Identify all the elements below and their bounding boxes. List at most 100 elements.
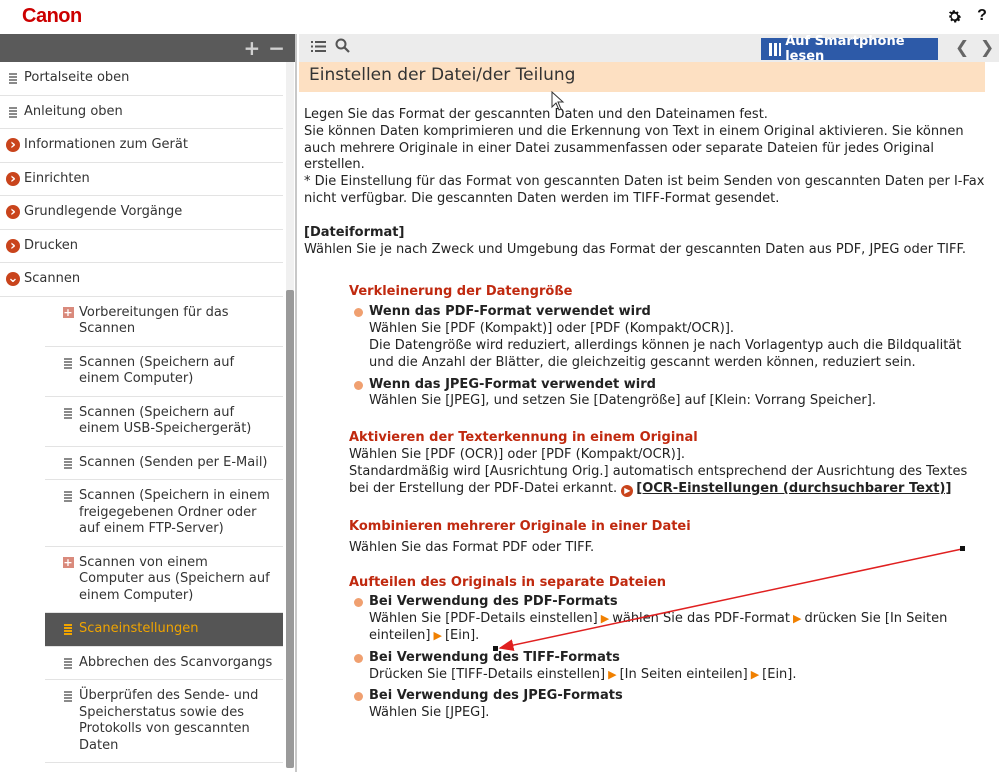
content-area: Einstellen der Datei/der Teilung Legen S…	[299, 62, 999, 768]
combine-text: Wählen Sie das Format PDF oder TIFF.	[349, 539, 595, 555]
sidebar-item-label: Scaneinstellungen	[79, 621, 199, 636]
sidebar-item-label: Anleitung oben	[24, 103, 123, 119]
bullet-split-pdf: Bei Verwendung des PDF-Formats Wählen Si…	[354, 594, 989, 645]
gear-icon[interactable]	[945, 7, 963, 25]
step-arrow-icon: ▶	[608, 667, 617, 681]
expand-all-icon[interactable]: +	[243, 38, 260, 58]
content-toolbar: Auf Smartphone lesen ❮ ❯	[299, 34, 999, 64]
sidebar-item[interactable]: + Scannen von einem Computer aus (Speiche…	[45, 547, 283, 613]
bullet-title: Wenn das JPEG-Format verwendet wird	[369, 376, 656, 392]
bullet-text: Die Datengröße wird reduziert, allerding…	[369, 337, 962, 370]
sidebar-item-label: Scannen (Speichern in einem freigegebene…	[79, 488, 270, 536]
expand-icon: +	[62, 556, 74, 569]
chevron-left-icon[interactable]: ❮	[955, 38, 969, 58]
read-on-smartphone-button[interactable]: Auf Smartphone lesen	[761, 34, 938, 64]
sidebar-item-label: Informationen zum Gerät	[24, 137, 188, 152]
sidebar-item-label: Scannen (Speichern auf einem USB-Speiche…	[79, 404, 252, 437]
expand-icon: +	[62, 306, 74, 319]
step-arrow-icon: ▶	[433, 628, 442, 642]
chevron-down-icon: ⌄	[6, 271, 20, 286]
bullet-title: Wenn das PDF-Format verwendet wird	[369, 304, 651, 320]
search-icon[interactable]	[335, 38, 350, 57]
sidebar: + − Portalseite oben Anleitung oben › Infor…	[0, 34, 297, 772]
sidebar-item-label: Portalseite oben	[24, 70, 130, 85]
chevron-right-icon: ›	[6, 138, 20, 152]
bullet-dot-icon	[354, 598, 363, 608]
sidebar-scroll-thumb[interactable]	[286, 290, 294, 768]
sidebar-item[interactable]: Scannen (Speichern auf einem Computer)	[45, 347, 283, 397]
bullet-dot-icon	[354, 380, 363, 390]
step-text: [In Seiten einteilen]	[619, 666, 748, 682]
bullet-steps: Wählen Sie [PDF-Details einstellen] ▶ wähl…	[369, 611, 989, 645]
bullet-jpeg-compact: Wenn das JPEG-Format verwendet wird Wähl…	[354, 376, 989, 411]
mouse-cursor-icon	[551, 90, 565, 116]
sidebar-item[interactable]: Scannen (Senden per E-Mail)	[45, 447, 283, 480]
sidebar-item[interactable]: › Drucken	[0, 230, 283, 263]
chevron-right-icon[interactable]: ❯	[980, 38, 994, 58]
sidebar-item-label: Überprüfen des Sende- und Speicherstatus…	[79, 688, 259, 753]
bullet-text: Wählen Sie [JPEG].	[369, 705, 490, 721]
sidebar-item[interactable]: Portalseite oben	[0, 62, 283, 96]
canon-logo[interactable]: Canon	[22, 5, 82, 28]
bullet-dot-icon	[354, 692, 363, 702]
link-arrow-icon: ▶	[621, 484, 634, 497]
bullet-steps: Drücken Sie [TIFF-Details einstellen] ▶ [I…	[369, 667, 989, 684]
collapse-all-icon[interactable]: −	[268, 38, 285, 58]
sidebar-header: + −	[0, 34, 295, 62]
sidebar-scrollbar[interactable]	[286, 62, 294, 768]
section-label: [Dateiformat]	[304, 224, 405, 240]
chevron-right-icon: ›	[6, 171, 20, 186]
smartphone-button-label: Auf Smartphone lesen	[785, 34, 905, 64]
sidebar-item[interactable]: Scannen (Speichern in einem freigegebene…	[45, 480, 283, 547]
ocr-settings-link[interactable]: [OCR-Einstellungen (durchsuchbarer Text)…	[636, 481, 951, 496]
sidebar-item[interactable]: Anleitung oben	[0, 96, 283, 129]
sidebar-item[interactable]: Abbrechen des Scanvorgangs	[45, 647, 283, 680]
heading-reduce-size: Verkleinerung der Datengröße	[349, 284, 573, 300]
document-icon	[61, 489, 75, 503]
step-text: [Ein].	[762, 666, 797, 682]
sidebar-item[interactable]: Scaneinstellungen	[45, 613, 283, 647]
list-icon[interactable]	[311, 39, 326, 57]
heading-combine: Kombinieren mehrerer Originale in einer …	[349, 518, 691, 534]
ocr-text-1: Wählen Sie [PDF (OCR)] oder [PDF (Kompak…	[349, 447, 686, 463]
document-icon	[61, 622, 75, 636]
bullet-title: Bei Verwendung des PDF-Formats	[369, 594, 618, 610]
ocr-text-2: Standardmäßig wird [Ausrichtung Orig.] a…	[349, 464, 989, 498]
sidebar-list: Portalseite oben Anleitung oben › Informati…	[0, 62, 283, 763]
page-title: Einstellen der Datei/der Teilung	[299, 62, 985, 92]
sidebar-item[interactable]: Überprüfen des Sende- und Speicherstatus…	[45, 680, 283, 763]
sidebar-item-label: Scannen von einem Computer aus (Speicher…	[79, 554, 270, 603]
bullet-text: Wählen Sie [JPEG], und setzen Sie [Daten…	[369, 393, 876, 409]
sidebar-item[interactable]: Scannen (Speichern auf einem USB-Speiche…	[45, 397, 283, 447]
sidebar-item[interactable]: ⌄ Scannen	[0, 263, 283, 297]
step-arrow-icon: ▶	[750, 667, 760, 681]
top-icons: ?	[945, 7, 991, 25]
heading-split: Aufteilen des Originals in separate Date…	[349, 575, 667, 591]
sidebar-item-label: Abbrechen des Scanvorgangs	[79, 654, 273, 670]
step-arrow-icon: ▶	[793, 612, 802, 626]
bullet-pdf-compact: Wenn das PDF-Format verwendet wird Wähle…	[354, 304, 989, 371]
intro-text-3: * Die Einstellung für das Format von ges…	[304, 174, 985, 206]
document-icon	[6, 105, 20, 119]
document-icon	[61, 689, 75, 703]
article-body: Legen Sie das Format der gescannten Date…	[304, 107, 989, 722]
bullet-split-tiff: Bei Verwendung des TIFF-Formats Drücken …	[354, 650, 989, 684]
step-text: wählen Sie das PDF-Format	[612, 611, 790, 627]
top-bar: Canon ?	[0, 0, 999, 34]
document-icon	[6, 71, 20, 85]
bullet-split-jpeg: Bei Verwendung des JPEG-Formats Wählen S…	[354, 688, 989, 722]
step-text: Wählen Sie [PDF-Details einstellen]	[369, 611, 598, 627]
help-icon[interactable]: ?	[973, 7, 991, 25]
sidebar-item[interactable]: + Vorbereitungen für das Scannen	[45, 297, 283, 347]
chevron-right-icon: ›	[6, 238, 20, 253]
sidebar-item-label: Scannen (Senden per E-Mail)	[79, 454, 268, 470]
sidebar-item-label: Scannen (Speichern auf einem Computer)	[79, 354, 235, 387]
intro-text-1: Legen Sie das Format der gescannten Date…	[304, 107, 768, 122]
bullet-title: Bei Verwendung des JPEG-Formats	[369, 688, 623, 704]
sidebar-item-label: Scannen	[24, 271, 81, 286]
sidebar-item[interactable]: › Einrichten	[0, 163, 283, 196]
sidebar-item[interactable]: › Informationen zum Gerät	[0, 129, 283, 163]
sidebar-item[interactable]: › Grundlegende Vorgänge	[0, 196, 283, 230]
section-text: Wählen Sie je nach Zweck und Umgebung da…	[304, 241, 966, 257]
bullet-text: Wählen Sie [PDF (Kompakt)] oder [PDF (Ko…	[369, 321, 735, 337]
